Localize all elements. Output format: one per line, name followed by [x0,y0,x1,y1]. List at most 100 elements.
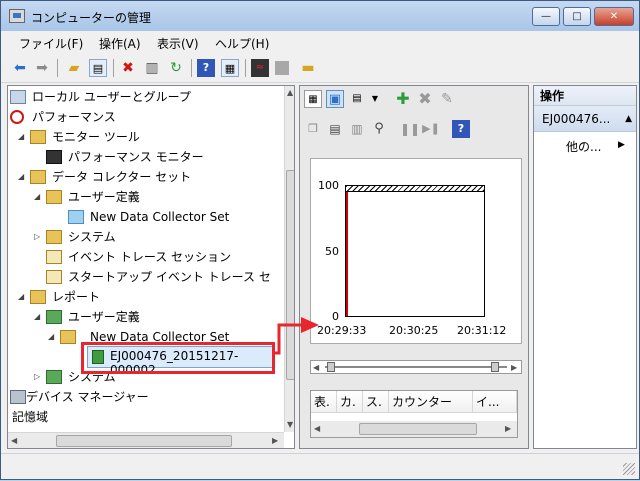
x-tick-label: 20:30:25 [389,324,439,337]
delete-icon[interactable]: ✖ [119,59,137,77]
time-range-slider[interactable]: ◀ ▶ [310,360,522,374]
column-header-show[interactable]: 表. [311,391,337,413]
folder-icon[interactable]: ▬ [299,59,317,77]
scroll-thumb[interactable] [286,170,294,380]
resize-grip[interactable] [623,463,635,475]
zoom-icon[interactable]: ⚲ [370,120,388,138]
expanded-triangle-icon[interactable]: ◢ [18,288,27,306]
tree-item-label: パフォーマンス [32,110,116,124]
toolbar-separator [113,59,114,77]
expanded-triangle-icon[interactable]: ◢ [34,308,43,326]
tree-horizontal-scrollbar[interactable]: ◀ ▶ [8,432,284,448]
counter-series-line [346,192,348,316]
tree-item-label: ユーザー定義 [68,310,140,324]
toolbar-separator [57,59,58,77]
step-icon[interactable]: ▶❚ [422,120,440,138]
computer-management-window: コンピューターの管理 — □ ✕ ファイル(F) 操作(A) 表示(V) ヘルプ… [0,0,640,480]
scroll-right-icon[interactable]: ▶ [272,436,278,445]
report-folder-icon [46,310,62,324]
add-counter-icon[interactable]: ✚ [394,90,412,108]
menu-bar: ファイル(F) 操作(A) 表示(V) ヘルプ(H) [1,31,639,53]
scroll-right-icon[interactable]: ▶ [511,363,517,372]
delete-counter-icon[interactable]: ✖ [416,90,434,108]
chevron-down-icon[interactable]: ▼ [366,90,384,108]
window-title: コンピューターの管理 [31,11,152,25]
column-header-scale[interactable]: ス. [363,391,389,413]
graph-type-dropdown-icon[interactable]: ▤ [348,90,366,108]
menu-view[interactable]: 表示(V) [157,35,199,52]
stop-icon[interactable] [275,61,289,75]
copy-properties-icon[interactable]: ❐ [304,120,322,138]
scroll-left-icon[interactable]: ◀ [313,363,319,372]
maximize-button[interactable]: □ [563,7,591,26]
tree-item-label: レポート [52,290,101,304]
tree-item-label: データ コレクター セット [52,170,192,184]
expanded-triangle-icon[interactable]: ◢ [18,168,27,186]
expanded-triangle-icon[interactable]: ◢ [34,188,43,206]
actions-section-report[interactable]: EJ000476... ▲ [534,106,636,132]
trace-folder-icon [46,250,62,264]
monitor-icon[interactable]: ≈ [251,59,269,77]
report-pane: ▦ ▣ ▤ ▼ ✚ ✖ ✎ ❐ ▤ ▥ ⚲ ❚❚ ▶❚ ? 100 50 0 2… [299,85,529,449]
title-bar[interactable]: コンピューターの管理 — □ ✕ [1,1,639,31]
help-icon[interactable]: ? [452,120,470,138]
scroll-left-icon[interactable]: ◀ [314,424,320,433]
column-header-color[interactable]: カ. [337,391,363,413]
counter-table-scrollbar[interactable]: ◀ ▶ [311,421,517,437]
x-tick-label: 20:31:12 [457,324,507,337]
tree-vertical-scrollbar[interactable]: ▲ ▼ [284,86,294,432]
paste-counter-icon[interactable]: ▤ [326,120,344,138]
collapsed-triangle-icon[interactable]: ▷ [34,228,43,246]
scroll-up-icon[interactable]: ▲ [287,88,293,97]
counter-table[interactable]: 表. カ. ス. カウンター イ... ◀ ▶ [310,390,518,438]
scroll-right-icon[interactable]: ▶ [505,424,511,433]
actions-section-label: EJ000476... [542,112,611,126]
menu-help[interactable]: ヘルプ(H) [215,35,269,52]
show-hide-tree-icon[interactable]: ▤ [89,59,107,77]
computer-management-icon [9,9,25,23]
forward-arrow-icon[interactable]: ➡ [33,59,51,77]
back-arrow-icon[interactable]: ⬅ [11,59,29,77]
pause-icon[interactable]: ❚❚ [400,120,420,138]
change-graph-type-icon[interactable]: ▣ [326,90,344,108]
show-hide-action-pane-icon[interactable]: ▦ [221,59,239,77]
tree-item-label: デバイス マネージャー [26,390,149,404]
up-folder-icon[interactable]: ▰ [65,59,83,77]
y-tick-label: 100 [318,179,339,192]
chevron-right-icon[interactable]: ▶ [618,138,625,152]
column-header-counter[interactable]: カウンター [389,391,473,413]
highlight-pen-icon[interactable]: ✎ [438,90,456,108]
view-graph-icon[interactable]: ▦ [304,90,322,108]
scroll-thumb[interactable] [359,423,477,435]
properties-icon[interactable]: ▥ [348,120,366,138]
more-actions-link[interactable]: 他の... [566,138,601,155]
expanded-triangle-icon[interactable]: ◢ [18,128,27,146]
device-manager-icon [10,390,26,404]
menu-file[interactable]: ファイル(F) [19,35,83,52]
scroll-thumb[interactable] [56,435,232,447]
toolbar-separator [245,59,246,77]
column-header-instance[interactable]: イ... [473,391,517,413]
scroll-left-icon[interactable]: ◀ [11,436,17,445]
scroll-down-icon[interactable]: ▼ [287,420,293,429]
toolbar-separator [191,59,192,77]
navigation-tree[interactable]: ローカル ユーザーとグループ パフォーマンス ◢ モニター ツール パフォーマン… [7,85,295,449]
users-icon [10,90,26,104]
report-folder-icon [46,370,62,384]
collapse-up-icon[interactable]: ▲ [625,106,632,132]
menu-action[interactable]: 操作(A) [99,35,141,52]
expanded-triangle-icon[interactable]: ◢ [48,328,57,346]
time-range-end-handle[interactable] [491,362,499,372]
collapsed-triangle-icon[interactable]: ▷ [34,368,43,386]
time-range-start-handle[interactable] [327,362,335,372]
monitor-icon [46,150,62,164]
refresh-icon[interactable]: ↻ [167,59,185,77]
help-icon[interactable]: ? [197,59,215,77]
close-button[interactable]: ✕ [594,7,634,26]
performance-graph[interactable]: 100 50 0 20:29:33 20:30:25 20:31:12 [310,158,522,344]
minimize-button[interactable]: — [532,7,560,26]
print-icon[interactable]: ▥ [143,59,161,77]
highlight-callout-box [81,342,275,374]
x-tick-label: 20:29:33 [317,324,367,337]
status-bar [1,453,639,479]
